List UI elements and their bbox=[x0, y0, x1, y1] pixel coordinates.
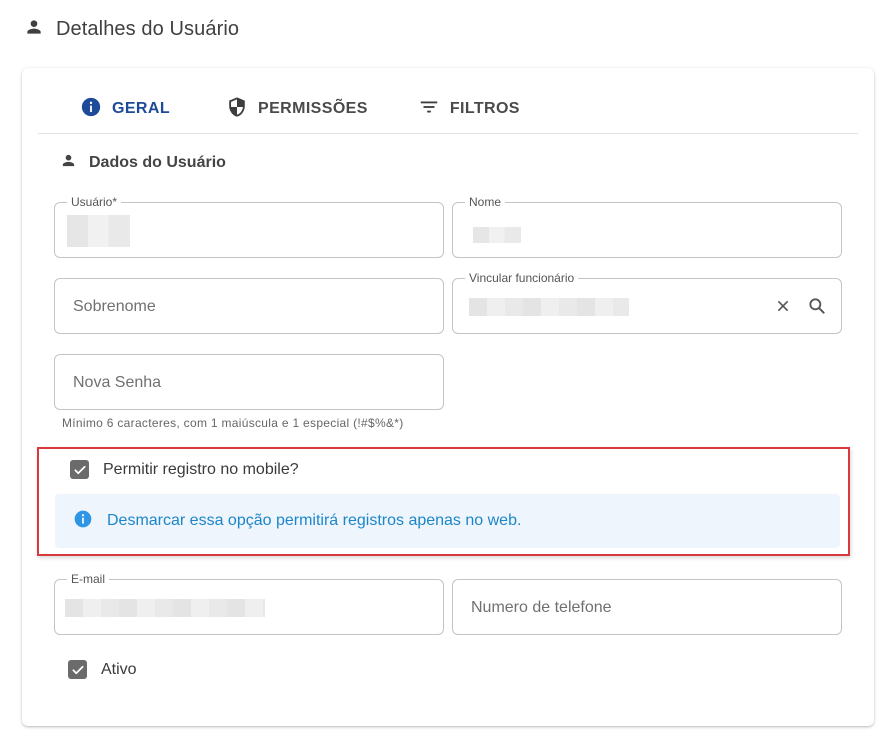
info-icon bbox=[80, 96, 102, 123]
filter-icon bbox=[418, 96, 440, 123]
vincular-funcionario-label: Vincular funcionário bbox=[465, 271, 579, 285]
tab-geral-label: GERAL bbox=[112, 100, 170, 117]
search-icon[interactable] bbox=[807, 296, 827, 321]
page-title: Detalhes do Usuário bbox=[56, 17, 240, 40]
usuario-label: Usuário* bbox=[67, 195, 122, 209]
tab-geral[interactable]: GERAL bbox=[80, 88, 170, 130]
email-label: E-mail bbox=[67, 572, 110, 586]
clear-icon[interactable] bbox=[773, 296, 793, 321]
tab-filtros-label: FILTROS bbox=[449, 100, 520, 117]
vincular-value-redacted bbox=[469, 298, 629, 316]
mobile-checkbox-row[interactable]: Permitir registro no mobile? bbox=[70, 460, 299, 479]
mobile-checkbox-label: Permitir registro no mobile? bbox=[103, 460, 299, 478]
check-icon bbox=[73, 465, 86, 474]
nome-label: Nome bbox=[465, 195, 506, 209]
ativo-checkbox-row[interactable]: Ativo bbox=[68, 660, 137, 679]
mobile-highlight-box: Permitir registro no mobile? Desmarcar e… bbox=[37, 447, 850, 556]
info-alert: Desmarcar essa opção permitirá registros… bbox=[55, 494, 840, 548]
nome-value-redacted bbox=[473, 227, 521, 243]
person-icon bbox=[24, 17, 44, 42]
telefone-field[interactable]: Numero de telefone bbox=[452, 579, 842, 635]
person-icon bbox=[60, 152, 77, 174]
sobrenome-field[interactable]: Sobrenome bbox=[54, 278, 444, 334]
usuario-value-redacted bbox=[67, 215, 130, 247]
email-field[interactable]: E-mail bbox=[54, 572, 444, 635]
email-value-redacted bbox=[65, 599, 265, 617]
telefone-placeholder: Numero de telefone bbox=[471, 599, 612, 616]
shield-icon bbox=[226, 96, 248, 123]
check-icon bbox=[71, 665, 84, 674]
info-icon bbox=[55, 509, 93, 534]
vincular-actions bbox=[773, 296, 827, 321]
user-details-card: GERAL PERMISSÕES FILTROS Dados do Usuári… bbox=[22, 68, 874, 726]
tab-bar: GERAL PERMISSÕES FILTROS bbox=[38, 88, 858, 134]
nome-field[interactable]: Nome bbox=[452, 195, 842, 258]
tab-permissoes-label: PERMISSÕES bbox=[258, 100, 368, 117]
nova-senha-field[interactable]: Nova Senha bbox=[54, 354, 444, 410]
section-title: Dados do Usuário bbox=[60, 152, 226, 174]
usuario-field[interactable]: Usuário* bbox=[54, 195, 444, 258]
ativo-checkbox[interactable] bbox=[68, 660, 87, 679]
page-header: Detalhes do Usuário bbox=[24, 14, 239, 44]
tab-permissoes[interactable]: PERMISSÕES bbox=[226, 88, 368, 130]
password-helper-text: Mínimo 6 caracteres, com 1 maiúscula e 1… bbox=[62, 416, 404, 430]
nova-senha-placeholder: Nova Senha bbox=[73, 374, 162, 391]
vincular-funcionario-field[interactable]: Vincular funcionário bbox=[452, 271, 842, 334]
ativo-checkbox-label: Ativo bbox=[101, 660, 137, 678]
tab-filtros[interactable]: FILTROS bbox=[418, 88, 520, 130]
sobrenome-placeholder: Sobrenome bbox=[73, 298, 156, 315]
section-title-text: Dados do Usuário bbox=[89, 154, 226, 171]
mobile-checkbox[interactable] bbox=[70, 460, 89, 479]
info-alert-text: Desmarcar essa opção permitirá registros… bbox=[107, 512, 522, 529]
